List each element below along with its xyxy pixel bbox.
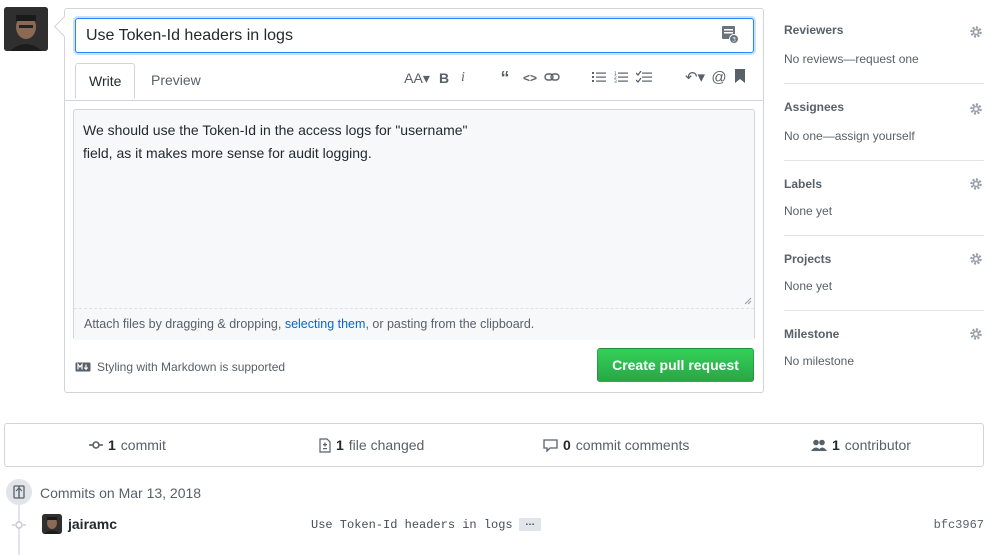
sidebar-value: No milestone xyxy=(784,354,855,368)
bookmark-icon[interactable] xyxy=(733,67,747,89)
commit-author-avatar[interactable] xyxy=(42,514,62,534)
sidebar-value: None yet xyxy=(784,279,833,293)
select-files-link[interactable]: selecting them xyxy=(285,317,366,331)
link-icon[interactable] xyxy=(543,67,561,89)
text-size-icon[interactable]: AA▾ xyxy=(403,67,431,89)
commit-sha-link[interactable]: bfc3967 xyxy=(934,518,984,532)
sidebar-heading[interactable]: Milestone xyxy=(784,327,839,341)
sidebar-heading[interactable]: Projects xyxy=(784,252,831,266)
sidebar-value: None yet xyxy=(784,204,833,218)
sidebar-value: No one—assign yourself xyxy=(784,129,915,143)
attach-files-bar[interactable]: Attach files by dragging & dropping, sel… xyxy=(74,308,754,340)
svg-text:3: 3 xyxy=(614,79,617,83)
attach-text-suffix: , or pasting from the clipboard. xyxy=(365,317,535,331)
commit-author-link[interactable]: jairamc xyxy=(68,516,117,532)
sidebar-heading[interactable]: Reviewers xyxy=(784,23,843,37)
gear-icon[interactable] xyxy=(969,177,983,191)
commits-date-heading: Commits on Mar 13, 2018 xyxy=(40,485,202,501)
pr-body-textarea[interactable]: We should use the Token-Id in the access… xyxy=(65,100,763,340)
sidebar-value: No reviews—request one xyxy=(784,52,919,66)
markdown-icon xyxy=(75,362,91,372)
markdown-note[interactable]: Styling with Markdown is supported xyxy=(75,360,285,374)
svg-text:3: 3 xyxy=(732,37,736,44)
file-diff-icon xyxy=(319,437,331,453)
sidebar-heading[interactable]: Assignees xyxy=(784,100,844,114)
commits-label: commit xyxy=(120,437,166,453)
commit-node-icon xyxy=(12,521,26,529)
italic-icon[interactable]: i xyxy=(457,67,469,89)
sidebar-assignees: Assignees No one—assign yourself xyxy=(784,84,984,161)
contributors-label: contributor xyxy=(844,437,911,453)
sidebar-milestone: Milestone No milestone xyxy=(784,311,984,386)
commit-icon xyxy=(89,441,103,449)
ordered-list-icon[interactable]: 123 xyxy=(613,67,629,89)
quote-icon[interactable]: “ xyxy=(497,67,513,89)
commit-message-link[interactable]: Use Token-Id headers in logs xyxy=(311,518,513,532)
create-pull-request-button[interactable]: Create pull request xyxy=(597,348,754,382)
sidebar-reviewers: Reviewers No reviews—request one xyxy=(784,8,984,84)
commit-expand-button[interactable]: … xyxy=(519,518,541,531)
gear-icon[interactable] xyxy=(969,252,983,266)
code-icon[interactable]: <> xyxy=(521,67,539,89)
mention-icon[interactable]: @ xyxy=(711,67,727,89)
bold-icon[interactable]: B xyxy=(437,67,451,89)
saved-replies-icon[interactable]: 3 xyxy=(722,26,738,44)
sidebar-projects: Projects None yet xyxy=(784,236,984,311)
stat-files-changed[interactable]: 1 file changed xyxy=(319,424,424,466)
pr-stats-bar: 1 commit 1 file changed 0 commit comments 1… xyxy=(4,423,984,467)
gear-icon[interactable] xyxy=(969,327,983,341)
comment-icon xyxy=(543,438,558,452)
gear-icon[interactable] xyxy=(969,25,983,39)
unordered-list-icon[interactable] xyxy=(591,67,607,89)
markdown-toolbar: AA▾ B i “ <> 123 ↶▾ @ xyxy=(395,67,755,89)
files-label: file changed xyxy=(348,437,425,453)
sidebar-heading[interactable]: Labels xyxy=(784,177,822,191)
resize-handle-icon[interactable] xyxy=(744,297,752,305)
pull-request-form: 3 Write Preview AA▾ B i “ <> 123 ↶▾ @ We… xyxy=(64,8,764,393)
reply-icon[interactable]: ↶▾ xyxy=(683,67,707,89)
contributors-count: 1 xyxy=(832,437,840,453)
files-count: 1 xyxy=(336,437,344,453)
pr-body-line: field, as it makes more sense for audit … xyxy=(83,145,372,161)
pr-body-line: We should use the Token-Id in the access… xyxy=(83,122,468,138)
stat-commit-comments[interactable]: 0 commit comments xyxy=(543,424,689,466)
tab-write[interactable]: Write xyxy=(75,63,136,99)
comments-label: commit comments xyxy=(575,437,690,453)
markdown-note-text: Styling with Markdown is supported xyxy=(97,360,286,374)
attach-text: Attach files by dragging & dropping, xyxy=(84,317,285,331)
stat-commits[interactable]: 1 commit xyxy=(89,424,166,466)
sidebar-labels: Labels None yet xyxy=(784,161,984,236)
pr-title-input[interactable] xyxy=(75,18,754,53)
commits-count: 1 xyxy=(108,437,116,453)
commits-timeline-icon xyxy=(6,479,32,505)
tab-preview[interactable]: Preview xyxy=(138,63,214,99)
people-icon xyxy=(811,439,827,451)
gear-icon[interactable] xyxy=(969,102,983,116)
stat-contributors[interactable]: 1 contributor xyxy=(811,424,911,466)
pr-body-text: We should use the Token-Id in the access… xyxy=(83,119,683,165)
comments-count: 0 xyxy=(563,437,571,453)
task-list-icon[interactable] xyxy=(635,67,653,89)
user-avatar[interactable] xyxy=(4,7,48,51)
